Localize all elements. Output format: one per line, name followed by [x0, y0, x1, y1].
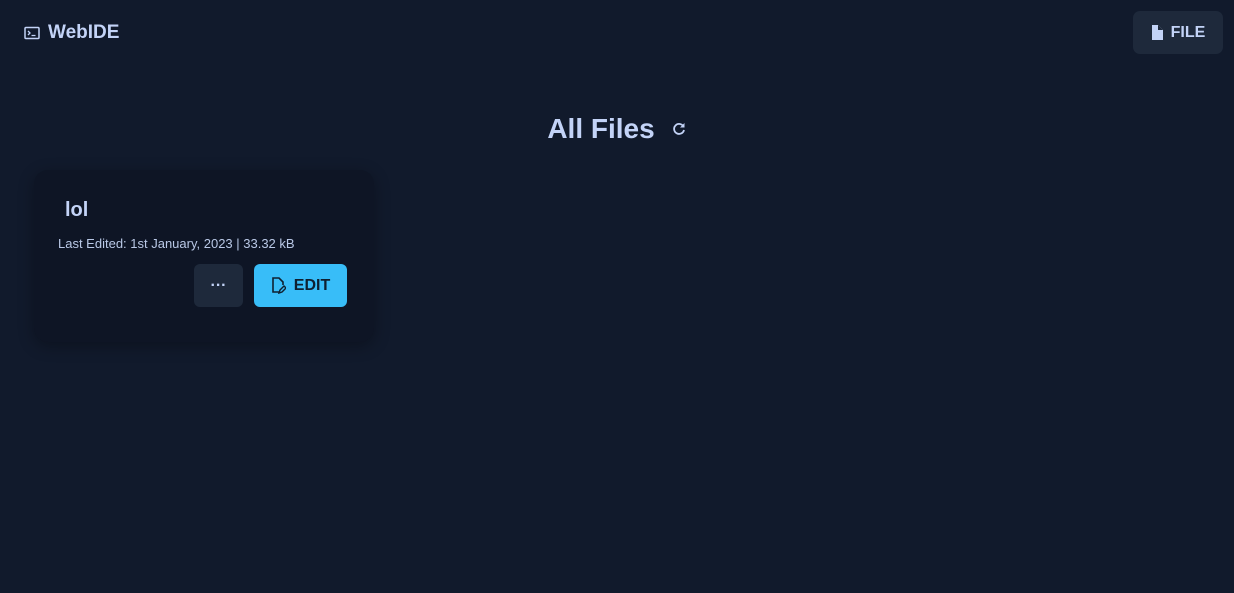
new-file-button[interactable]: FILE [1133, 11, 1223, 54]
refresh-icon[interactable] [671, 121, 687, 137]
app-brand[interactable]: WebIDE [24, 22, 119, 44]
file-card: lol Last Edited: 1st January, 2023 | 33.… [34, 170, 374, 342]
edit-file-icon [271, 277, 286, 294]
page-header: All Files [0, 113, 1234, 145]
edit-button[interactable]: EDIT [254, 264, 347, 307]
app-title: WebIDE [48, 22, 120, 43]
file-button-label: FILE [1170, 23, 1206, 41]
file-name: lol [65, 199, 89, 221]
page-title: All Files [547, 113, 655, 144]
more-options-button[interactable]: ··· [194, 264, 243, 307]
terminal-icon [24, 26, 40, 40]
file-icon [1151, 25, 1163, 40]
edit-label: EDIT [293, 276, 331, 294]
file-meta: Last Edited: 1st January, 2023 | 33.32 k… [58, 236, 295, 251]
